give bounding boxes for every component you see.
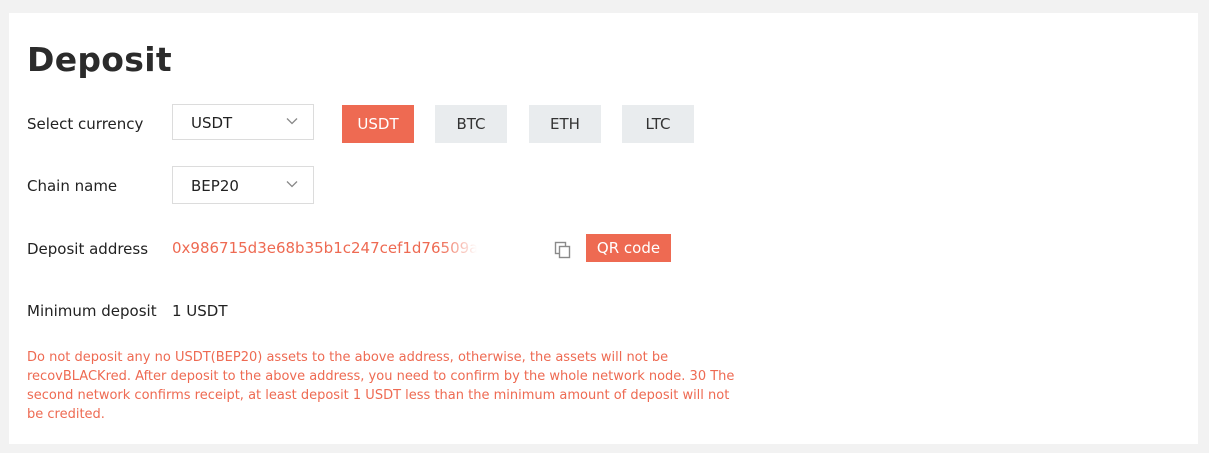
minimum-deposit-value: 1 USDT — [172, 302, 228, 320]
deposit-address-value: 0x986715d3e68b35b1c247cef1d76509a — [172, 239, 477, 257]
currency-pill-eth[interactable]: ETH — [529, 105, 601, 143]
currency-pill-btc[interactable]: BTC — [435, 105, 507, 143]
currency-select-value: USDT — [191, 114, 233, 132]
chain-select-value: BEP20 — [191, 177, 239, 195]
chain-select[interactable]: BEP20 — [172, 166, 314, 204]
deposit-address-label: Deposit address — [27, 240, 149, 258]
chain-name-label: Chain name — [27, 177, 118, 195]
currency-pill-ltc[interactable]: LTC — [622, 105, 694, 143]
chevron-down-icon — [286, 118, 298, 125]
currency-select[interactable]: USDT — [172, 104, 314, 140]
deposit-warning-notice: Do not deposit any no USDT(BEP20) assets… — [27, 350, 735, 422]
qr-code-button[interactable]: QR code — [586, 234, 671, 262]
copy-icon[interactable] — [554, 241, 572, 259]
deposit-card: Deposit Select currency USDT USDT BTC ET… — [9, 13, 1198, 444]
currency-pill-usdt[interactable]: USDT — [342, 105, 414, 143]
minimum-deposit-label: Minimum deposit — [27, 302, 157, 320]
select-currency-label: Select currency — [27, 115, 144, 133]
page-title: Deposit — [27, 40, 172, 79]
chevron-down-icon — [286, 181, 298, 188]
